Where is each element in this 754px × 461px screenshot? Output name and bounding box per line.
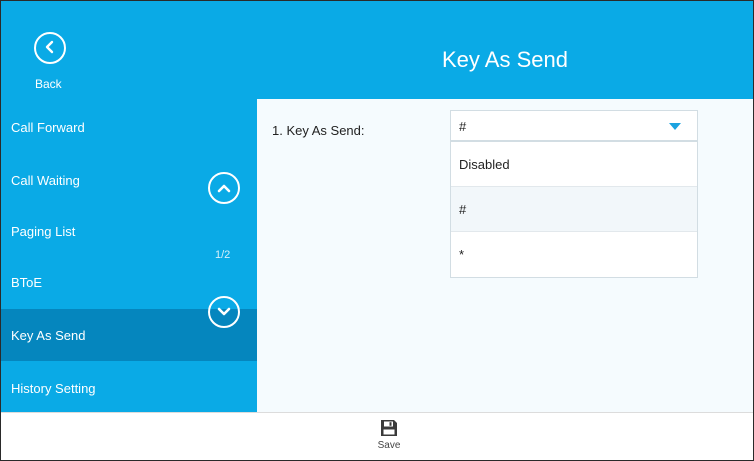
option-hash[interactable]: # (451, 187, 697, 232)
scroll-up-button[interactable] (208, 172, 240, 204)
key-as-send-label: 1. Key As Send: (272, 123, 365, 138)
triangle-down-icon (669, 123, 681, 130)
dropdown-options: Disabled # * (450, 141, 698, 278)
save-label: Save (377, 440, 401, 451)
option-label: Disabled (459, 157, 510, 172)
sidebar-item-history-setting[interactable]: History Setting (1, 362, 257, 414)
select-value: # (459, 119, 467, 134)
scroll-down-button[interactable] (208, 296, 240, 328)
sidebar-item-call-forward[interactable]: Call Forward (1, 101, 257, 153)
chevron-down-icon (217, 307, 231, 316)
save-button[interactable]: Save (369, 417, 409, 460)
sidebar-item-label: Paging List (11, 224, 76, 239)
header-bar: Back Key As Send (1, 1, 753, 99)
page-title: Key As Send (442, 47, 568, 72)
floppy-disk-icon (381, 420, 397, 436)
sidebar-item-label: Call Waiting (11, 173, 80, 188)
settings-content: 1. Key As Send: # Disabled # * (257, 99, 753, 412)
chevron-up-icon (217, 184, 231, 193)
footer-bar: Save (1, 412, 753, 460)
back-label: Back (35, 77, 62, 91)
key-as-send-select[interactable]: # (450, 110, 698, 141)
sidebar-item-label: BToE (11, 275, 43, 290)
option-label: # (459, 202, 467, 217)
page-indicator: 1/2 (215, 249, 231, 261)
sidebar: Call Forward Call Waiting Paging List BT… (1, 99, 257, 412)
back-button[interactable]: Back (31, 31, 75, 95)
sidebar-item-label: Key As Send (11, 328, 86, 343)
back-icon (34, 32, 66, 64)
option-star[interactable]: * (451, 232, 697, 277)
option-disabled[interactable]: Disabled (451, 142, 697, 187)
app-frame: Back Key As Send Call Forward Call Waiti… (0, 0, 754, 461)
sidebar-item-label: History Setting (11, 381, 96, 396)
sidebar-item-label: Call Forward (11, 120, 85, 135)
option-label: * (459, 247, 465, 262)
